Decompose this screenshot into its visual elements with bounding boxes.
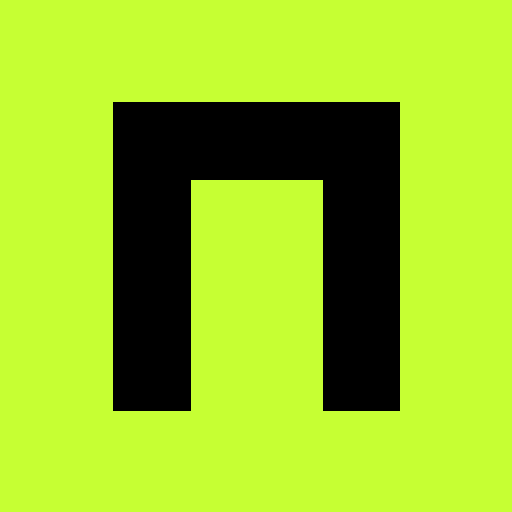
icon-background [0, 0, 512, 512]
arch-logo-icon [0, 0, 512, 512]
app-icon-canvas [0, 0, 512, 512]
